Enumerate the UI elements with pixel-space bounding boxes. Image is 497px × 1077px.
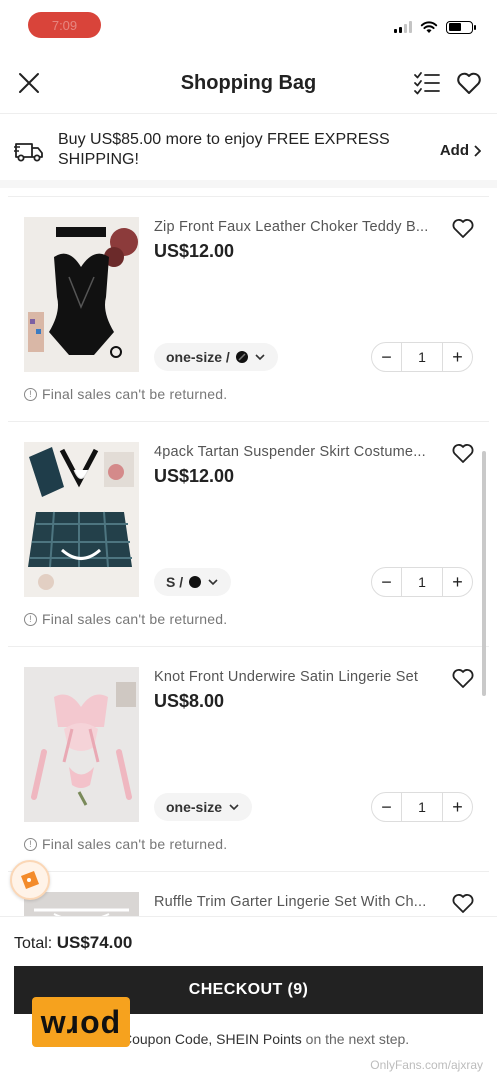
decrease-button[interactable]: − — [372, 793, 401, 821]
checkout-hint: Coupon Code, SHEIN Points on the next st… — [122, 1031, 409, 1047]
cart-item: Ruffle Trim Garter Lingerie Set With Ch.… — [8, 871, 489, 916]
increase-button[interactable]: + — [443, 568, 472, 596]
header: Shopping Bag — [0, 52, 497, 114]
recording-label: 7:09 — [51, 17, 78, 33]
truck-icon — [14, 143, 43, 162]
final-sale-note: ! Final sales can't be returned. — [24, 386, 227, 402]
increase-button[interactable]: + — [443, 793, 472, 821]
product-title[interactable]: Zip Front Faux Leather Choker Teddy B... — [154, 219, 439, 235]
quantity-stepper: − 1 + — [371, 567, 473, 597]
status-bar: 7:09 — [0, 0, 497, 52]
add-label: Add — [439, 142, 469, 159]
final-sale-note: ! Final sales can't be returned. — [24, 611, 227, 627]
chevron-down-icon — [208, 579, 218, 586]
variant-label: one-size — [166, 799, 223, 815]
product-title[interactable]: Knot Front Underwire Satin Lingerie Set — [154, 669, 439, 685]
scrollbar[interactable] — [482, 451, 486, 696]
checklist-icon[interactable] — [413, 70, 441, 96]
chevron-down-icon — [255, 354, 265, 361]
product-title[interactable]: 4pack Tartan Suspender Skirt Costume... — [154, 444, 439, 460]
chevron-down-icon — [229, 804, 239, 811]
decrease-button[interactable]: − — [372, 343, 401, 371]
final-sale-text: Final sales can't be returned. — [42, 386, 228, 402]
quantity-value[interactable]: 1 — [401, 568, 443, 596]
color-swatch-icon — [189, 576, 202, 588]
quantity-value[interactable]: 1 — [401, 343, 443, 371]
increase-button[interactable]: + — [443, 343, 472, 371]
cart-item: Zip Front Faux Leather Choker Teddy B...… — [8, 196, 489, 421]
final-sale-text: Final sales can't be returned. — [42, 611, 228, 627]
order-total: Total: US$74.00 — [14, 933, 132, 953]
heart-icon[interactable] — [451, 442, 475, 464]
status-icons — [394, 20, 476, 34]
add-items-link[interactable]: Add — [440, 142, 481, 159]
variant-label: one-size / — [166, 349, 230, 365]
final-sale-note: ! Final sales can't be returned. — [24, 836, 227, 852]
variant-label: S / — [166, 574, 184, 590]
battery-icon — [446, 20, 476, 34]
product-price: US$12.00 — [154, 466, 235, 486]
wifi-icon — [420, 21, 438, 33]
product-image[interactable] — [24, 442, 139, 597]
hint-suffix: on the next step. — [301, 1031, 410, 1047]
cart-item: Knot Front Underwire Satin Lingerie Set … — [8, 646, 489, 871]
info-icon: ! — [24, 837, 37, 851]
variant-selector[interactable]: one-size — [154, 793, 253, 821]
info-icon: ! — [24, 387, 37, 401]
wishlist-heart-icon[interactable] — [455, 69, 483, 97]
final-sale-text: Final sales can't be returned. — [42, 836, 228, 852]
cart-item: 4pack Tartan Suspender Skirt Costume... … — [8, 421, 489, 646]
color-swatch-icon — [235, 351, 248, 363]
info-icon: ! — [24, 612, 37, 626]
product-title[interactable]: Ruffle Trim Garter Lingerie Set With Ch.… — [154, 894, 439, 910]
product-image[interactable] — [24, 217, 139, 372]
variant-selector[interactable]: S / — [154, 568, 232, 596]
chevron-right-icon — [474, 144, 481, 157]
ticket-icon — [21, 871, 39, 889]
watermark-logo: wɹod — [32, 997, 130, 1047]
decrease-button[interactable]: − — [372, 568, 401, 596]
heart-icon[interactable] — [451, 892, 475, 914]
heart-icon[interactable] — [451, 217, 475, 239]
variant-selector[interactable]: one-size / — [154, 343, 278, 371]
coupon-floating-button[interactable] — [10, 860, 50, 900]
heart-icon[interactable] — [451, 667, 475, 689]
total-label: Total: — [14, 935, 53, 952]
quantity-value[interactable]: 1 — [401, 793, 443, 821]
product-price: US$8.00 — [154, 691, 225, 711]
screen-recording-indicator[interactable]: 7:09 — [28, 12, 101, 38]
hint-highlight: Coupon Code, SHEIN Points — [122, 1031, 302, 1047]
cart-item-list[interactable]: Zip Front Faux Leather Choker Teddy B...… — [8, 196, 489, 916]
shipping-message: Buy US$85.00 more to enjoy FREE EXPRESS … — [58, 131, 390, 168]
watermark-text: OnlyFans.com/ajxray — [370, 1058, 483, 1072]
product-image[interactable] — [24, 667, 139, 822]
quantity-stepper: − 1 + — [371, 342, 473, 372]
product-price: US$12.00 — [154, 241, 235, 261]
quantity-stepper: − 1 + — [371, 792, 473, 822]
free-shipping-banner: Buy US$85.00 more to enjoy FREE EXPRESS … — [0, 114, 497, 188]
cellular-signal-icon — [394, 21, 412, 33]
total-amount: US$74.00 — [56, 933, 133, 952]
